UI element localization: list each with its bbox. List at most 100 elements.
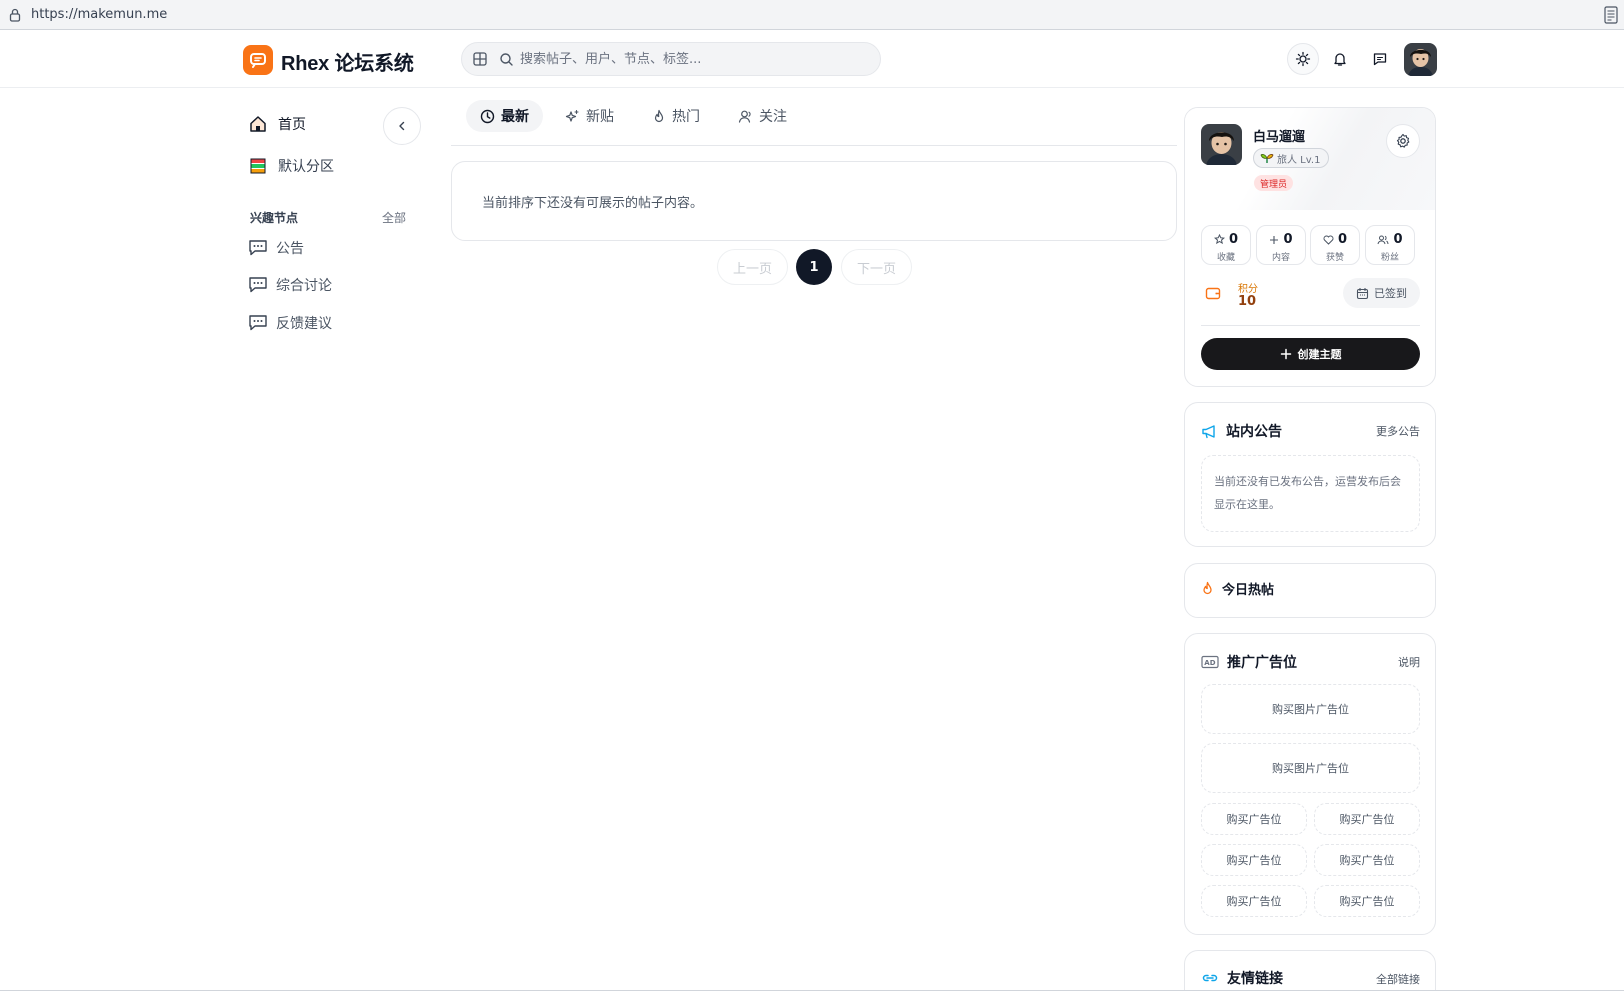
chat-bubble-icon [248, 275, 268, 295]
ad-text-slot[interactable]: 购买广告位 [1314, 844, 1420, 876]
clock-icon [480, 109, 495, 124]
avatar[interactable] [1404, 43, 1437, 76]
ad-slots-card: AD 推广广告位 说明 购买图片广告位 购买图片广告位 购买广告位 购买广告位 … [1184, 633, 1436, 935]
search-input[interactable] [520, 47, 850, 71]
sidebar-item-label: 默认分区 [278, 159, 334, 175]
tab-label: 最新 [501, 109, 529, 125]
friend-links-title: 友情链接 [1227, 971, 1283, 987]
messages-button[interactable] [1364, 43, 1396, 75]
search-icon [499, 52, 514, 72]
theme-toggle-button[interactable] [1287, 43, 1319, 75]
announcements-card: 站内公告 更多公告 当前还没有已发布公告，运营发布后会显示在这里。 [1184, 402, 1436, 547]
sun-icon [1295, 51, 1311, 67]
stat-label: 内容 [1271, 253, 1290, 263]
prev-page-button[interactable]: 上一页 [717, 249, 788, 285]
stat-value: 0 [1283, 232, 1293, 247]
tab-hot[interactable]: 热门 [638, 100, 714, 132]
sparkles-icon [565, 109, 580, 124]
page-1-button[interactable]: 1 [796, 249, 832, 285]
reader-view-icon[interactable] [1604, 6, 1618, 29]
tab-new[interactable]: 新贴 [551, 100, 628, 132]
tab-label: 新贴 [586, 109, 614, 125]
sidebar-item-home[interactable]: 首页 [248, 114, 306, 134]
stat-label: 收藏 [1216, 253, 1235, 263]
next-page-button[interactable]: 下一页 [841, 249, 912, 285]
url-text[interactable]: https://makemun.me [31, 7, 167, 22]
hot-today-card: 今日热帖 [1184, 563, 1436, 618]
stat-likes[interactable]: 0 获赞 [1310, 225, 1360, 265]
svg-text:AD: AD [1204, 659, 1215, 667]
page: https://makemun.me Rhex 论坛系统 搜索帖子、用户、节点、… [0, 0, 1624, 991]
stat-value: 0 [1337, 232, 1348, 247]
points-value: 10 [1238, 294, 1257, 309]
stat-followers[interactable]: 0 粉丝 [1365, 225, 1415, 265]
create-topic-label: 创建主题 [1297, 348, 1342, 361]
checkin-label: 已签到 [1374, 287, 1407, 300]
tab-label: 热门 [672, 109, 700, 125]
hot-today-header[interactable]: 今日热帖 [1201, 579, 1274, 598]
site-title[interactable]: Rhex 论坛系统 [281, 47, 414, 76]
all-links-link[interactable]: 全部链接 [1376, 971, 1420, 987]
user-card: 白马遛遛 旅人 Lv.1 管理员 0 收藏 0 内容 0 获赞 0 粉丝 积分 … [1184, 107, 1436, 387]
chat-bubble-icon [248, 238, 268, 258]
flame-icon [652, 109, 666, 124]
sidebar-node-label: 反馈建议 [276, 316, 332, 332]
tab-latest[interactable]: 最新 [466, 100, 543, 132]
logo-icon[interactable] [243, 45, 273, 75]
sidebar-node-feedback[interactable]: 反馈建议 [248, 313, 332, 333]
sidebar-node-label: 综合讨论 [276, 278, 332, 294]
interest-nodes-heading: 兴趣节点 [250, 211, 299, 225]
settings-button[interactable] [1386, 124, 1420, 158]
search-bar[interactable] [461, 42, 881, 76]
more-announcements-link[interactable]: 更多公告 [1376, 423, 1420, 439]
tab-following[interactable]: 关注 [724, 100, 801, 132]
collapse-sidebar-button[interactable] [383, 107, 421, 145]
stat-label: 粉丝 [1380, 253, 1399, 263]
ad-image-slot[interactable]: 购买图片广告位 [1201, 743, 1420, 793]
ad-text-slot[interactable]: 购买广告位 [1314, 803, 1420, 835]
ad-text-slot[interactable]: 购买广告位 [1201, 803, 1307, 835]
ad-text-slot[interactable]: 购买广告位 [1314, 885, 1420, 917]
friend-links-header: 友情链接 [1201, 968, 1283, 988]
ad-explain-link[interactable]: 说明 [1398, 654, 1420, 670]
divider [1201, 325, 1420, 326]
all-nodes-link[interactable]: 全部 [382, 209, 406, 226]
friend-links-card: 友情链接 全部链接 [1184, 950, 1436, 991]
sidebar-node-announcement[interactable]: 公告 [248, 238, 304, 258]
chevron-left-icon [399, 121, 405, 131]
star-icon [1213, 234, 1225, 245]
books-icon [248, 156, 268, 176]
ad-icon: AD [1201, 655, 1219, 669]
ad-image-slot[interactable]: 购买图片广告位 [1201, 684, 1420, 734]
checkin-button[interactable]: 已签到 [1343, 278, 1420, 308]
sidebar-node-discussion[interactable]: 综合讨论 [248, 275, 332, 295]
announcements-header: 站内公告 [1201, 421, 1282, 441]
avatar[interactable] [1201, 124, 1242, 165]
ad-slots-header: AD 推广广告位 [1201, 652, 1297, 672]
message-icon [1373, 53, 1387, 66]
ad-text-slot[interactable]: 购买广告位 [1201, 844, 1307, 876]
grid-icon[interactable] [472, 51, 488, 72]
stat-content[interactable]: 0 内容 [1256, 225, 1306, 265]
stat-favorites[interactable]: 0 收藏 [1201, 225, 1251, 265]
level-badge: 旅人 Lv.1 [1253, 148, 1330, 168]
wallet-icon [1205, 286, 1221, 305]
stat-label: 获赞 [1325, 253, 1344, 263]
heart-icon [1323, 235, 1334, 245]
sprout-icon [1260, 152, 1274, 164]
tab-label: 关注 [759, 109, 787, 125]
stat-value: 0 [1228, 232, 1239, 247]
ad-text-slot[interactable]: 购买广告位 [1201, 885, 1307, 917]
calendar-icon [1356, 287, 1369, 300]
user-name[interactable]: 白马遛遛 [1253, 126, 1305, 145]
create-topic-button[interactable]: 创建主题 [1201, 338, 1420, 370]
link-icon [1201, 972, 1219, 984]
ad-slots-title: 推广广告位 [1227, 655, 1297, 671]
stat-value: 0 [1393, 232, 1403, 247]
sidebar-item-default-zone[interactable]: 默认分区 [248, 156, 334, 176]
user-icon [738, 109, 753, 124]
notifications-button[interactable] [1324, 43, 1356, 75]
empty-posts-text: 当前排序下还没有可展示的帖子内容。 [482, 196, 704, 211]
site-header: Rhex 论坛系统 [0, 30, 1624, 88]
plus-icon [1269, 235, 1279, 245]
